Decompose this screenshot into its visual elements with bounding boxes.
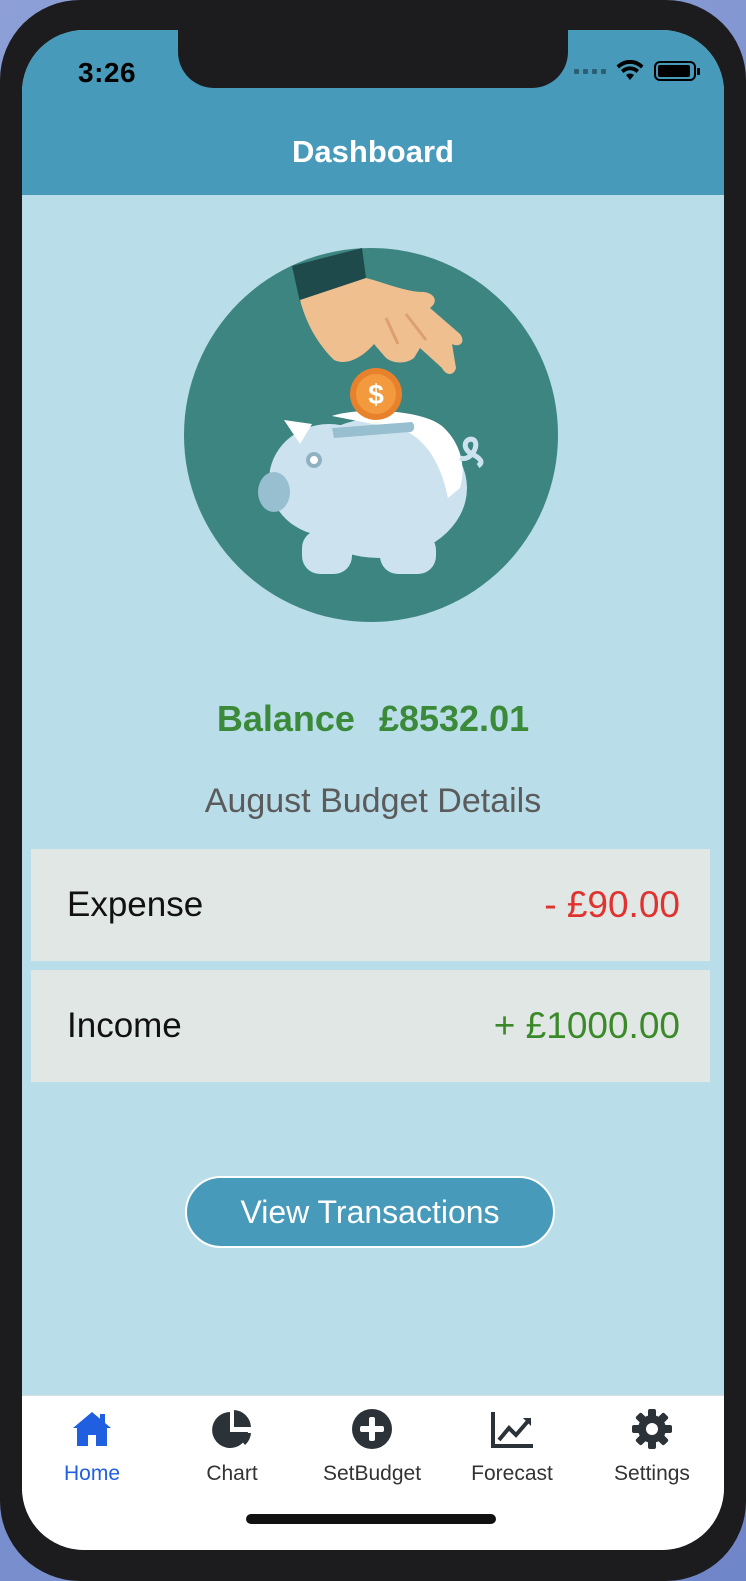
tab-home-label: Home — [63, 1462, 121, 1485]
tab-setbudget-label: SetBudget — [322, 1462, 422, 1485]
wifi-icon — [616, 60, 644, 80]
cellular-signal-icon — [574, 68, 606, 74]
expense-row: Expense - £90.00 — [31, 849, 710, 961]
income-row: Income + £1000.00 — [31, 970, 710, 1082]
income-value: + £1000.00 — [493, 1005, 680, 1046]
line-chart-icon — [491, 1412, 533, 1448]
balance-amount: £8532.01 — [378, 698, 530, 739]
expense-label: Expense — [67, 885, 204, 924]
pie-chart-icon — [212, 1410, 251, 1448]
tab-settings[interactable]: Settings — [582, 1396, 722, 1496]
piggy-bank-illustration: $ — [184, 248, 558, 622]
balance-summary: Balance £8532.01 — [22, 698, 724, 740]
tab-chart[interactable]: Chart — [162, 1396, 302, 1496]
expense-value: - £90.00 — [544, 884, 680, 925]
tab-chart-label: Chart — [206, 1462, 258, 1485]
tab-setbudget[interactable]: SetBudget — [302, 1396, 442, 1496]
plus-circle-icon — [352, 1409, 392, 1449]
home-icon — [73, 1412, 111, 1446]
app-screen: 3:26 Dashboard $ Balance £8532.01 August… — [22, 30, 724, 1550]
phone-frame: 3:26 Dashboard $ Balance £8532.01 August… — [0, 0, 746, 1581]
gear-icon — [632, 1409, 672, 1449]
balance-label: Balance — [216, 698, 355, 739]
budget-details-title: August Budget Details — [204, 782, 542, 820]
tab-settings-label: Settings — [614, 1462, 690, 1485]
tab-forecast-label: Forecast — [471, 1462, 553, 1485]
home-indicator — [246, 1514, 496, 1524]
status-time: 3:26 — [78, 57, 137, 88]
battery-icon — [654, 61, 700, 81]
nav-header: 3:26 Dashboard — [22, 30, 724, 195]
svg-text:$: $ — [368, 379, 384, 410]
tab-forecast[interactable]: Forecast — [442, 1396, 582, 1496]
device-notch — [178, 30, 568, 88]
income-label: Income — [67, 1006, 182, 1045]
status-icons — [574, 60, 700, 82]
tab-home[interactable]: Home — [22, 1396, 162, 1496]
bottom-tab-bar: Home Chart SetBudget Forecast Settings — [22, 1395, 724, 1550]
page-title: Dashboard — [292, 134, 454, 169]
view-transactions-button[interactable]: View Transactions — [185, 1176, 555, 1248]
